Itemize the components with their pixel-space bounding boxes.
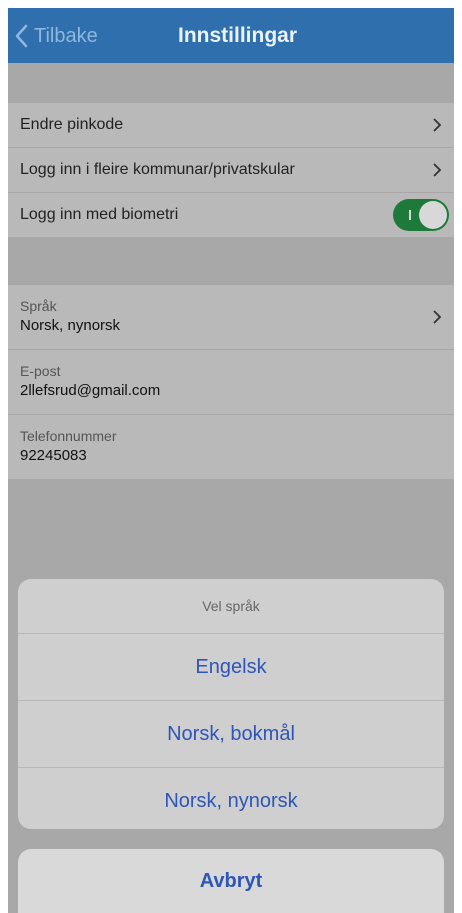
chevron-right-icon [433, 310, 442, 324]
change-pin-label: Endre pinkode [20, 116, 124, 133]
toggle-knob [419, 201, 447, 229]
multi-login-row[interactable]: Logg inn i fleire kommunar/privatskular [8, 147, 454, 192]
email-value: 2llefsrud@gmail.com [20, 382, 161, 399]
page-title: Innstillingar [178, 24, 298, 47]
cancel-button[interactable]: Avbryt [18, 849, 444, 913]
chevron-right-icon [433, 163, 442, 177]
phone-value: 92245083 [20, 447, 87, 464]
phone-row: Telefonnummer 92245083 [8, 414, 454, 479]
option-norsk-nynorsk[interactable]: Norsk, nynorsk [18, 768, 444, 829]
biometric-toggle[interactable] [393, 199, 449, 231]
navigation-bar: Tilbake Innstillingar [8, 8, 454, 63]
change-pin-row[interactable]: Endre pinkode [8, 103, 454, 147]
toggle-on-indicator [409, 210, 411, 220]
option-engelsk[interactable]: Engelsk [18, 634, 444, 701]
email-row: E-post 2llefsrud@gmail.com [8, 349, 454, 414]
language-action-sheet: Vel språk Engelsk Norsk, bokmål Norsk, n… [18, 579, 444, 829]
biometric-login-row: Logg inn med biometri [8, 192, 454, 237]
profile-group: Språk Norsk, nynorsk E-post 2llefsrud@gm… [8, 285, 454, 479]
sheet-title: Vel språk [18, 579, 444, 634]
back-button[interactable]: Tilbake [14, 22, 98, 50]
chevron-left-icon [15, 24, 28, 48]
chevron-right-icon [433, 118, 442, 132]
phone-label: Telefonnummer [20, 428, 117, 444]
option-norsk-bokmal[interactable]: Norsk, bokmål [18, 701, 444, 768]
email-label: E-post [20, 363, 61, 379]
settings-group: Endre pinkode Logg inn i fleire kommunar… [8, 103, 454, 237]
multi-login-label: Logg inn i fleire kommunar/privatskular [20, 161, 295, 178]
biometric-login-label: Logg inn med biometri [20, 206, 179, 223]
language-label: Språk [20, 298, 57, 314]
language-value: Norsk, nynorsk [20, 317, 121, 334]
language-row[interactable]: Språk Norsk, nynorsk [8, 285, 454, 349]
app-screen: Tilbake Innstillingar Endre pinkode Logg… [8, 8, 454, 913]
back-label: Tilbake [34, 24, 98, 47]
